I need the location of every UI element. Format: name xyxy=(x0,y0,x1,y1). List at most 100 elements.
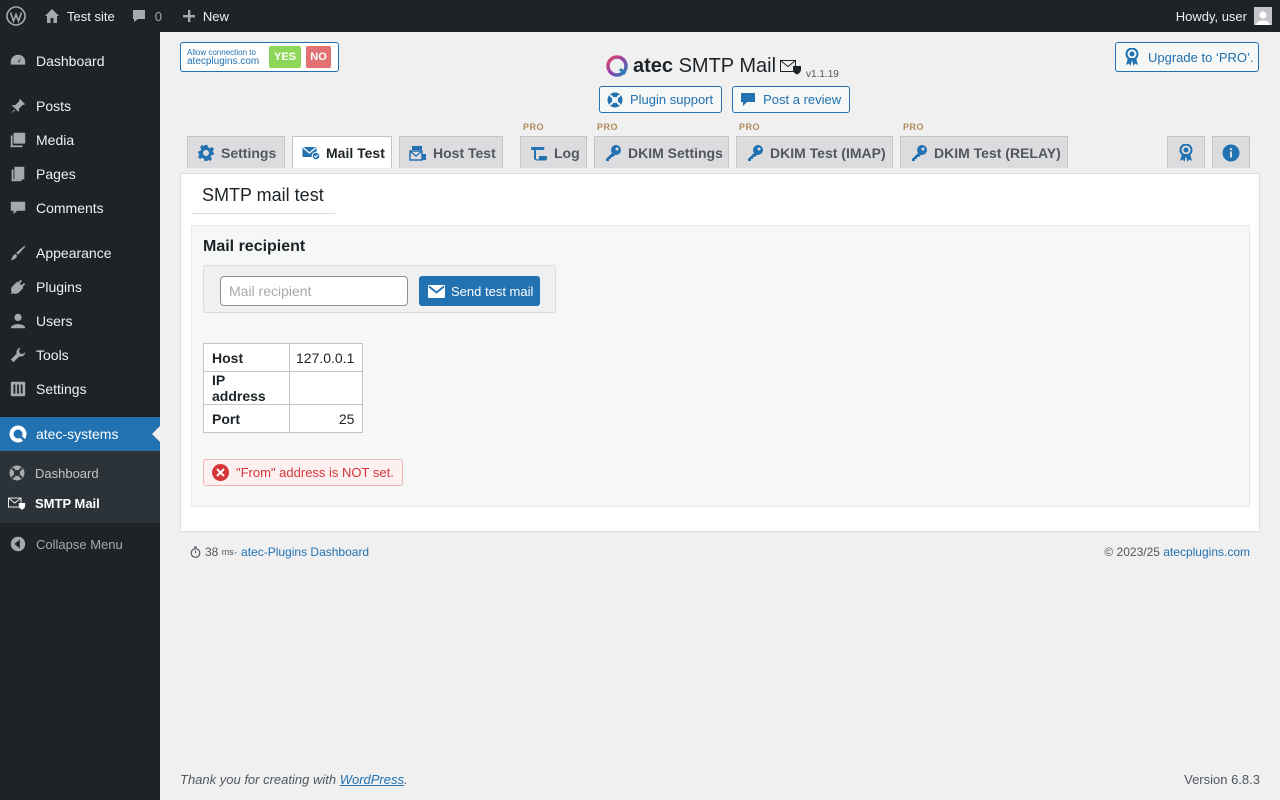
host-info-table: Host 127.0.0.1 IP address Port 25 xyxy=(203,343,364,433)
ip-address-key: IP address xyxy=(203,371,290,405)
plugin-title: atec SMTP Mail xyxy=(633,55,776,78)
tab-settings[interactable]: Settings xyxy=(187,136,285,168)
envelope-icon xyxy=(428,284,451,298)
pro-badge: PRO xyxy=(739,122,761,132)
consent-text: Allow connection to atecplugins.com xyxy=(187,48,269,67)
post-review-button[interactable]: Post a review xyxy=(732,86,851,113)
sidebar-item-label: Posts xyxy=(36,98,72,114)
plug-icon xyxy=(8,277,28,297)
consent-yes-button[interactable]: YES xyxy=(269,46,301,68)
award-icon xyxy=(1179,143,1193,162)
avatar xyxy=(1254,7,1272,25)
lifebuoy-icon xyxy=(607,92,630,108)
sidebar-item-atec-systems[interactable]: atec-systems xyxy=(0,417,160,451)
lifebuoy-icon xyxy=(8,464,26,482)
table-row: IP address xyxy=(203,371,364,405)
tab-dkim-test-imap[interactable]: PRO DKIM Test (IMAP) xyxy=(736,122,893,168)
tab-mail-test[interactable]: Mail Test xyxy=(292,136,392,168)
key-icon xyxy=(746,144,770,162)
sidebar-item-users[interactable]: Users xyxy=(0,304,160,338)
plugin-support-button[interactable]: Plugin support xyxy=(599,86,723,113)
tab-dkim-test-relay[interactable]: PRO DKIM Test (RELAY) xyxy=(900,122,1068,168)
atec-dashboard-link[interactable]: · atec-Plugins Dashboard xyxy=(234,545,369,559)
dashboard-icon xyxy=(8,51,28,71)
upgrade-pro-label: Upgrade to ‘PRO’. xyxy=(1148,49,1254,65)
host-value: 127.0.0.1 xyxy=(288,343,364,372)
account-menu[interactable]: Howdy, user xyxy=(1168,0,1280,32)
tab-host-test[interactable]: Host Test xyxy=(399,136,503,168)
new-content-link[interactable]: New xyxy=(170,0,237,32)
submenu-item-dashboard[interactable]: Dashboard xyxy=(0,458,160,488)
admin-sidebar: Dashboard Posts Media Pages Comments App… xyxy=(0,32,160,800)
tab-label: Host Test xyxy=(433,144,496,161)
consent-no-button[interactable]: NO xyxy=(306,46,331,68)
sidebar-item-media[interactable]: Media xyxy=(0,123,160,157)
consent-line2: atecplugins.com xyxy=(187,56,260,67)
submenu-item-label: Dashboard xyxy=(35,465,99,481)
port-value: 25 xyxy=(288,404,364,433)
gear-icon xyxy=(197,144,221,162)
atecplugins-link[interactable]: atecplugins.com xyxy=(1163,545,1250,559)
plugin-version: v1.1.19 xyxy=(806,68,839,80)
tab-info[interactable] xyxy=(1212,136,1250,168)
mail-shield-icon xyxy=(780,59,802,75)
sidebar-item-label: Plugins xyxy=(36,279,82,295)
home-icon xyxy=(44,8,60,24)
wordpress-logo-icon[interactable] xyxy=(0,0,36,32)
sidebar-item-plugins[interactable]: Plugins xyxy=(0,270,160,304)
tab-label: Settings xyxy=(221,144,277,161)
wp-version: Version 6.8.3 xyxy=(1184,772,1260,787)
error-notice: "From" address is NOT set. xyxy=(203,459,403,486)
port-key: Port xyxy=(203,404,290,433)
plus-icon xyxy=(182,9,196,23)
sidebar-item-posts[interactable]: Posts xyxy=(0,89,160,123)
new-label: New xyxy=(202,8,229,24)
award-icon xyxy=(1125,48,1148,66)
sidebar-item-label: atec-systems xyxy=(36,426,119,442)
site-name-link[interactable]: Test site xyxy=(36,0,123,32)
admin-bar: Test site 0 New Howdy, user xyxy=(0,0,1280,32)
footer-thanks: Thank you for creating with WordPress. xyxy=(180,772,408,787)
atec-logo-icon xyxy=(8,424,28,444)
comment-icon xyxy=(131,8,147,24)
plugin-footer: 38 ms · atec-Plugins Dashboard © 2023/25… xyxy=(190,545,1250,559)
comments-link[interactable]: 0 xyxy=(123,0,170,32)
tab-pro-features[interactable] xyxy=(1167,136,1205,168)
tab-bar: Settings Mail Test Host Test PRO Log PRO… xyxy=(187,122,1267,168)
server-mail-icon xyxy=(409,145,433,161)
wordpress-link[interactable]: WordPress xyxy=(340,772,404,787)
post-review-label: Post a review xyxy=(763,92,842,107)
sidebar-item-appearance[interactable]: Appearance xyxy=(0,236,160,270)
panel-title: SMTP mail test xyxy=(191,178,335,214)
pro-badge: PRO xyxy=(523,122,545,132)
error-x-icon xyxy=(212,464,229,481)
sidebar-item-label: Pages xyxy=(36,166,76,182)
tab-label: DKIM Settings xyxy=(628,144,723,161)
tab-dkim-settings[interactable]: PRO DKIM Settings xyxy=(594,122,729,168)
atec-logo-icon xyxy=(606,55,628,77)
sidebar-item-pages[interactable]: Pages xyxy=(0,157,160,191)
howdy-text: Howdy, user xyxy=(1175,8,1247,24)
key-icon xyxy=(910,144,934,162)
sidebar-item-settings[interactable]: Settings xyxy=(0,372,160,406)
plugin-brand: atec SMTP Mail v1.1.19 xyxy=(606,54,839,80)
plugin-title-bold: atec xyxy=(633,54,674,77)
collapse-arrow-icon xyxy=(8,534,28,554)
key-icon xyxy=(604,144,628,162)
error-message: "From" address is NOT set. xyxy=(236,465,394,480)
sidebar-item-dashboard[interactable]: Dashboard xyxy=(0,44,160,78)
tab-label: Log xyxy=(554,144,580,161)
sidebar-item-label: Users xyxy=(36,313,73,329)
sidebar-item-comments[interactable]: Comments xyxy=(0,191,160,225)
send-test-mail-button[interactable]: Send test mail xyxy=(419,276,540,306)
sidebar-item-tools[interactable]: Tools xyxy=(0,338,160,372)
tab-log[interactable]: PRO Log xyxy=(520,122,587,168)
upgrade-pro-button[interactable]: Upgrade to ‘PRO’. xyxy=(1115,42,1259,72)
collapse-menu-button[interactable]: Collapse Menu xyxy=(0,527,160,561)
table-row: Host 127.0.0.1 xyxy=(203,343,364,372)
mail-recipient-input[interactable] xyxy=(220,276,408,306)
submenu-item-smtp-mail[interactable]: SMTP Mail xyxy=(0,488,160,518)
collapse-menu-label: Collapse Menu xyxy=(36,536,123,552)
settings-icon xyxy=(8,379,28,399)
mail-shield-icon xyxy=(8,494,26,512)
